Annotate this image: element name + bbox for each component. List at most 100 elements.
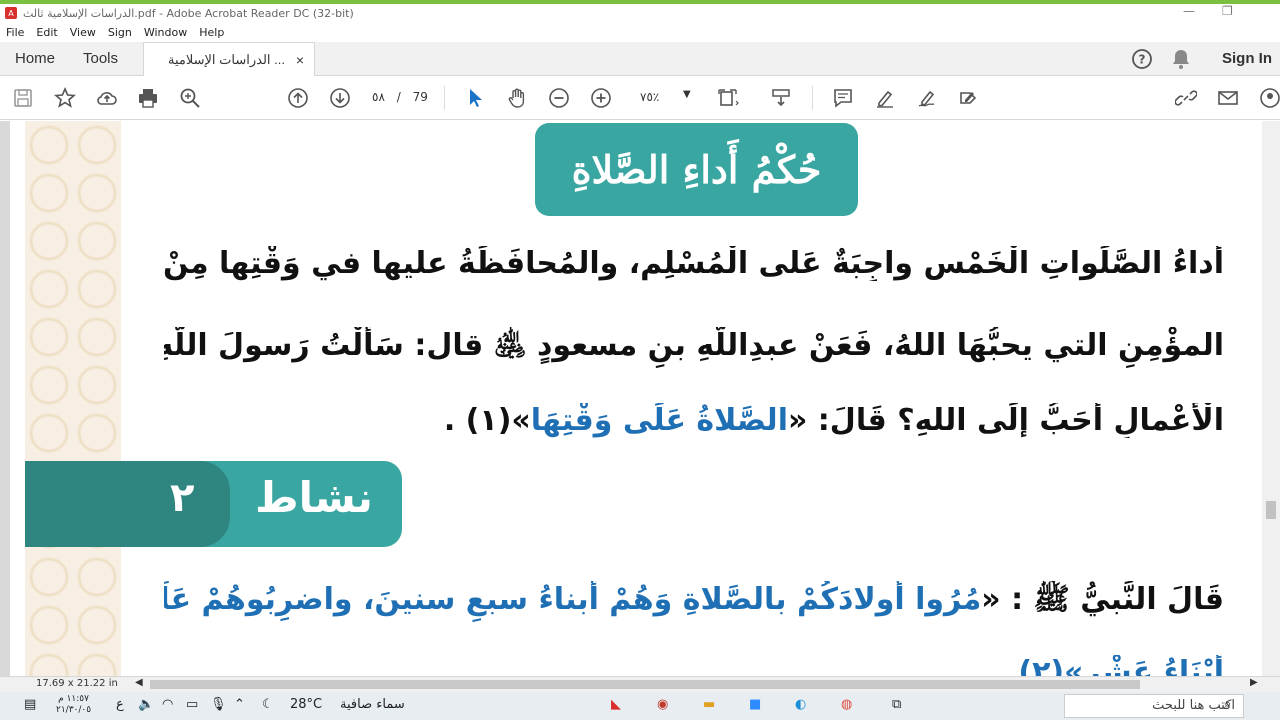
- menu-help[interactable]: Help: [199, 26, 224, 39]
- acrobat-app-icon: A: [5, 7, 17, 19]
- document-tab-label: الدراسات الإسلامية ...: [168, 51, 285, 67]
- svg-text:?: ?: [1139, 53, 1146, 67]
- next-page-icon[interactable]: [328, 86, 352, 110]
- bookmark-star-icon[interactable]: [53, 86, 77, 110]
- minimize-icon[interactable]: —: [1183, 4, 1195, 18]
- paragraph-line-3: الْأَعْمالِ أَحَبُّ إِلَى اللهِ؟ قَالَ: …: [164, 403, 1224, 438]
- activity-banner: ٢ نشاط: [25, 461, 402, 547]
- help-icon[interactable]: ?: [1131, 48, 1153, 75]
- scroll-right-icon[interactable]: ▶: [1250, 677, 1258, 688]
- chevron-down-icon[interactable]: ▼: [683, 89, 691, 100]
- file-explorer-icon[interactable]: ▬: [703, 697, 715, 712]
- clock-time: ١١:٥٧ م: [58, 694, 89, 704]
- taskbar-search-input[interactable]: اكتب هنا للبحث: [1064, 694, 1244, 718]
- menu-edit[interactable]: Edit: [36, 26, 57, 39]
- line-4-intro: قَالَ النَّبيُّ ﷺ : «: [981, 582, 1224, 617]
- zoom-in-icon[interactable]: [589, 86, 613, 110]
- sign-in-button[interactable]: Sign In: [1222, 50, 1272, 67]
- battery-icon[interactable]: ▭: [186, 697, 198, 712]
- chrome-browser-icon[interactable]: ◍: [841, 697, 852, 712]
- menu-bar: File Edit View Sign Window Help: [0, 22, 1280, 42]
- tab-tools[interactable]: Tools: [83, 50, 118, 67]
- decorative-border-pattern: [25, 121, 121, 676]
- zoom-out-icon[interactable]: [547, 86, 571, 110]
- tab-bar: Home Tools الدراسات الإسلامية ... × ? Si…: [0, 42, 1280, 76]
- title-bar: A الدراسات الإسلامية ثالث.pdf - Adobe Ac…: [0, 4, 1280, 22]
- paragraph-line-2: المؤْمِنِ التي يحبُّهَا اللهُ، فَعَنْ عب…: [164, 328, 1224, 363]
- task-view-icon[interactable]: ⧉: [892, 697, 901, 712]
- menu-sign[interactable]: Sign: [108, 26, 132, 39]
- total-pages: 79: [412, 90, 428, 104]
- tab-document[interactable]: الدراسات الإسلامية ... ×: [143, 42, 315, 76]
- zoom-level-select[interactable]: ٧٥٪ ▼: [640, 89, 695, 104]
- menu-window[interactable]: Window: [144, 26, 187, 39]
- volume-icon[interactable]: 🔈: [138, 697, 154, 712]
- search-icon[interactable]: ⌕: [1224, 697, 1231, 712]
- activity-number-box: [25, 461, 230, 547]
- media-app-icon[interactable]: ◉: [657, 697, 668, 712]
- wifi-icon[interactable]: ◠: [162, 697, 173, 712]
- select-cursor-icon[interactable]: [463, 86, 487, 110]
- zoom-app-icon[interactable]: ■: [749, 697, 761, 712]
- print-icon[interactable]: [136, 86, 160, 110]
- activity-label: نشاط: [255, 473, 373, 522]
- paragraph-line-4: قَالَ النَّبيُّ ﷺ : «مُرُوا أَولادَكُمْ …: [164, 581, 1224, 624]
- hadith-quote-2-continued: أَبْنَاءُ عَشْرٍ»(٢): [1018, 655, 1224, 676]
- zoom-value: ٧٥٪: [640, 90, 660, 104]
- vertical-scrollbar[interactable]: [1262, 121, 1280, 676]
- line-3-intro: الْأَعْمالِ أَحَبُّ إِلَى اللهِ؟ قَالَ: …: [787, 403, 1224, 438]
- pdf-page: حُكْمُ أَداءِ الصَّلاةِ أَداءُ الصَّلَوا…: [10, 121, 1262, 676]
- email-icon[interactable]: [1216, 86, 1240, 110]
- clock[interactable]: ١١:٥٧ م ٢١/٣٠/٠٥: [56, 694, 91, 716]
- highlight-pen-icon[interactable]: [873, 86, 897, 110]
- zoom-search-icon[interactable]: [178, 86, 202, 110]
- page-separator: /: [396, 90, 401, 104]
- paragraph-line-1: أَداءُ الصَّلَواتِ الْخَمْسِ واجِبَةٌ عَ…: [164, 246, 1224, 281]
- draw-sign-icon[interactable]: [915, 86, 939, 110]
- toolbar-divider: [444, 86, 445, 110]
- page-number-field[interactable]: ٥٨ / 79: [372, 90, 428, 104]
- document-viewport[interactable]: حُكْمُ أَداءِ الصَّلاةِ أَداءُ الصَّلَوا…: [0, 121, 1280, 676]
- fill-sign-icon[interactable]: [956, 86, 980, 110]
- scroll-left-icon[interactable]: ◀: [135, 677, 143, 688]
- current-page[interactable]: ٥٨: [372, 90, 385, 104]
- fit-page-icon[interactable]: [716, 86, 740, 110]
- menu-view[interactable]: View: [70, 26, 96, 39]
- weather-moon-icon: ☾: [262, 697, 274, 712]
- edge-browser-icon[interactable]: ◐: [795, 697, 806, 712]
- clock-date: ٢١/٣٠/٠٥: [56, 705, 92, 715]
- cloud-upload-icon[interactable]: [95, 86, 119, 110]
- window-title: الدراسات الإسلامية ثالث.pdf - Adobe Acro…: [23, 6, 354, 20]
- acrobat-taskbar-icon[interactable]: ◣: [611, 697, 621, 712]
- paragraph-line-5: أَبْنَاءُ عَشْرٍ»(٢): [164, 655, 1224, 676]
- weather-text[interactable]: سماء صافية: [340, 697, 405, 712]
- hand-tool-icon[interactable]: [505, 86, 529, 110]
- previous-page-icon[interactable]: [286, 86, 310, 110]
- account-icon[interactable]: [1258, 86, 1280, 110]
- microphone-icon[interactable]: 🎙: [210, 697, 227, 712]
- activity-number: ٢: [170, 475, 195, 521]
- restore-icon[interactable]: ❐: [1222, 4, 1233, 18]
- close-tab-icon[interactable]: ×: [296, 52, 304, 68]
- hadith-quote-2: مُرُوا أَولادَكُمْ بالصَّلاةِ وَهُمْ أبن…: [164, 582, 982, 617]
- comment-icon[interactable]: [831, 86, 855, 110]
- menu-file[interactable]: File: [6, 26, 24, 39]
- temperature[interactable]: 28°C: [290, 697, 322, 712]
- save-icon[interactable]: [11, 86, 35, 110]
- share-link-icon[interactable]: [1174, 86, 1198, 110]
- page-size-readout: 17.69 x 21.22 in: [36, 678, 118, 689]
- scrollbar-thumb[interactable]: [1266, 501, 1276, 519]
- language-indicator[interactable]: ع: [116, 697, 124, 712]
- scroll-mode-icon[interactable]: [769, 86, 793, 110]
- horizontal-scrollbar-thumb[interactable]: [150, 680, 1140, 689]
- section-heading: حُكْمُ أَداءِ الصَّلاةِ: [535, 123, 858, 216]
- notifications-icon[interactable]: ▤: [24, 697, 36, 712]
- hadith-quote-1: الصَّلاةُ عَلَى وَقْتِهَا: [530, 403, 788, 438]
- toolbar-divider: [812, 86, 813, 110]
- windows-taskbar: ▤ ١١:٥٧ م ٢١/٣٠/٠٥ ع 🔈 ◠ ▭ 🎙 ⌃ ☾ 28°C سم…: [0, 692, 1280, 720]
- toolbar: ٥٨ / 79 ٧٥٪ ▼: [0, 76, 1280, 120]
- footnote-ref-1: »(١) .: [443, 403, 531, 438]
- notification-bell-icon[interactable]: [1171, 48, 1191, 75]
- tab-home[interactable]: Home: [15, 50, 55, 67]
- chevron-up-icon[interactable]: ⌃: [234, 697, 245, 712]
